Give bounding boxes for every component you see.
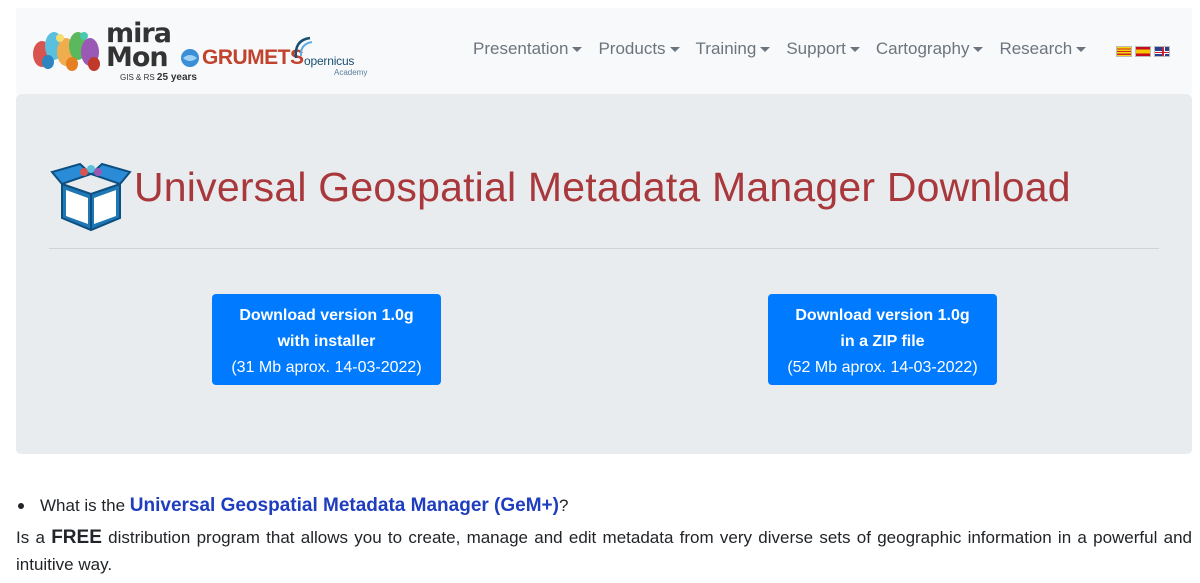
english-flag-icon[interactable]	[1154, 46, 1170, 57]
nav-presentation[interactable]: Presentation	[465, 39, 590, 59]
miramon-logo-art[interactable]	[32, 24, 104, 76]
button-label: Download version 1.0g	[795, 307, 970, 324]
button-label: with installer	[277, 333, 376, 350]
copernicus-subtitle: Academy	[334, 68, 368, 77]
chevron-down-icon	[669, 46, 680, 52]
gem-link[interactable]: Universal Geospatial Metadata Manager (G…	[130, 495, 559, 516]
description-text: Is a FREE distribution program that allo…	[16, 527, 1192, 574]
copernicus-academy-logo[interactable]: opernicus Academy	[290, 34, 367, 77]
nav-support[interactable]: Support	[778, 39, 868, 59]
bullet-icon	[18, 503, 24, 509]
download-installer-button[interactable]: Download version 1.0g with installer (31…	[212, 294, 441, 385]
download-zip-button[interactable]: Download version 1.0g in a ZIP file (52 …	[768, 294, 997, 385]
grumets-globe-icon	[181, 49, 199, 67]
page-title: Universal Geospatial Metadata Manager Do…	[134, 164, 1071, 210]
divider	[49, 248, 1159, 249]
spanish-flag-icon[interactable]	[1135, 46, 1151, 57]
question-suffix: ?	[558, 496, 569, 515]
free-label: FREE	[51, 527, 102, 548]
main-nav: Presentation Products Training Support C…	[465, 39, 1094, 59]
nav-research[interactable]: Research	[991, 39, 1094, 59]
miramon-logo-text: mira Mon	[106, 18, 172, 73]
chevron-down-icon	[973, 46, 984, 52]
copernicus-text: opernicus	[304, 54, 355, 68]
grumets-logo[interactable]: GRUMETS	[202, 46, 304, 70]
button-size-date: (52 Mb aprox. 14-03-2022)	[787, 359, 978, 376]
chevron-down-icon	[760, 46, 771, 52]
nav-products[interactable]: Products	[590, 39, 687, 59]
language-selector	[1116, 46, 1170, 57]
button-size-date: (31 Mb aprox. 14-03-2022)	[231, 359, 422, 376]
catalan-flag-icon[interactable]	[1116, 46, 1132, 57]
button-label: in a ZIP file	[840, 333, 925, 350]
open-box-icon	[50, 162, 132, 232]
button-label: Download version 1.0g	[239, 307, 414, 324]
chevron-down-icon	[572, 46, 583, 52]
nav-training[interactable]: Training	[688, 39, 779, 59]
miramon-logo-subtitle: GIS & RS 25 years	[120, 72, 197, 83]
question-prefix: What is the	[40, 496, 130, 515]
chevron-down-icon	[849, 46, 860, 52]
download-jumbotron: Universal Geospatial Metadata Manager Do…	[16, 94, 1192, 454]
chevron-down-icon	[1076, 46, 1087, 52]
navbar: mira Mon GIS & RS 25 years GRUMETS opern…	[16, 8, 1192, 94]
nav-cartography[interactable]: Cartography	[868, 39, 992, 59]
